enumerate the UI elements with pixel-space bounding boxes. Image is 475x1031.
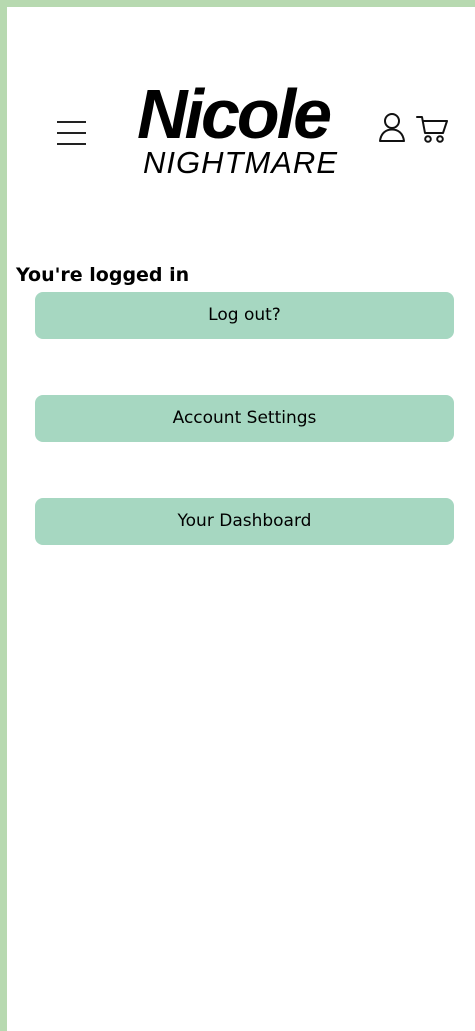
account-settings-button[interactable]: Account Settings xyxy=(35,395,454,442)
logo-sub-text: NIGHTMARE xyxy=(143,145,338,180)
site-header: Nicole NIGHTMARE xyxy=(7,7,475,207)
cart-button[interactable] xyxy=(416,113,450,145)
user-icon xyxy=(379,113,405,142)
account-button[interactable] xyxy=(377,111,407,145)
menu-button[interactable] xyxy=(55,119,89,147)
hamburger-menu-icon xyxy=(57,121,86,145)
logged-in-heading: You're logged in xyxy=(16,263,190,286)
logout-button[interactable]: Log out? xyxy=(35,292,454,339)
shopping-cart-icon xyxy=(416,116,448,143)
page: Nicole NIGHTMARE You're logged in Log ou… xyxy=(7,7,475,1031)
logo-main-text: Nicole xyxy=(137,75,332,153)
dashboard-button[interactable]: Your Dashboard xyxy=(35,498,454,545)
brand-logo[interactable]: Nicole NIGHTMARE xyxy=(135,79,355,183)
